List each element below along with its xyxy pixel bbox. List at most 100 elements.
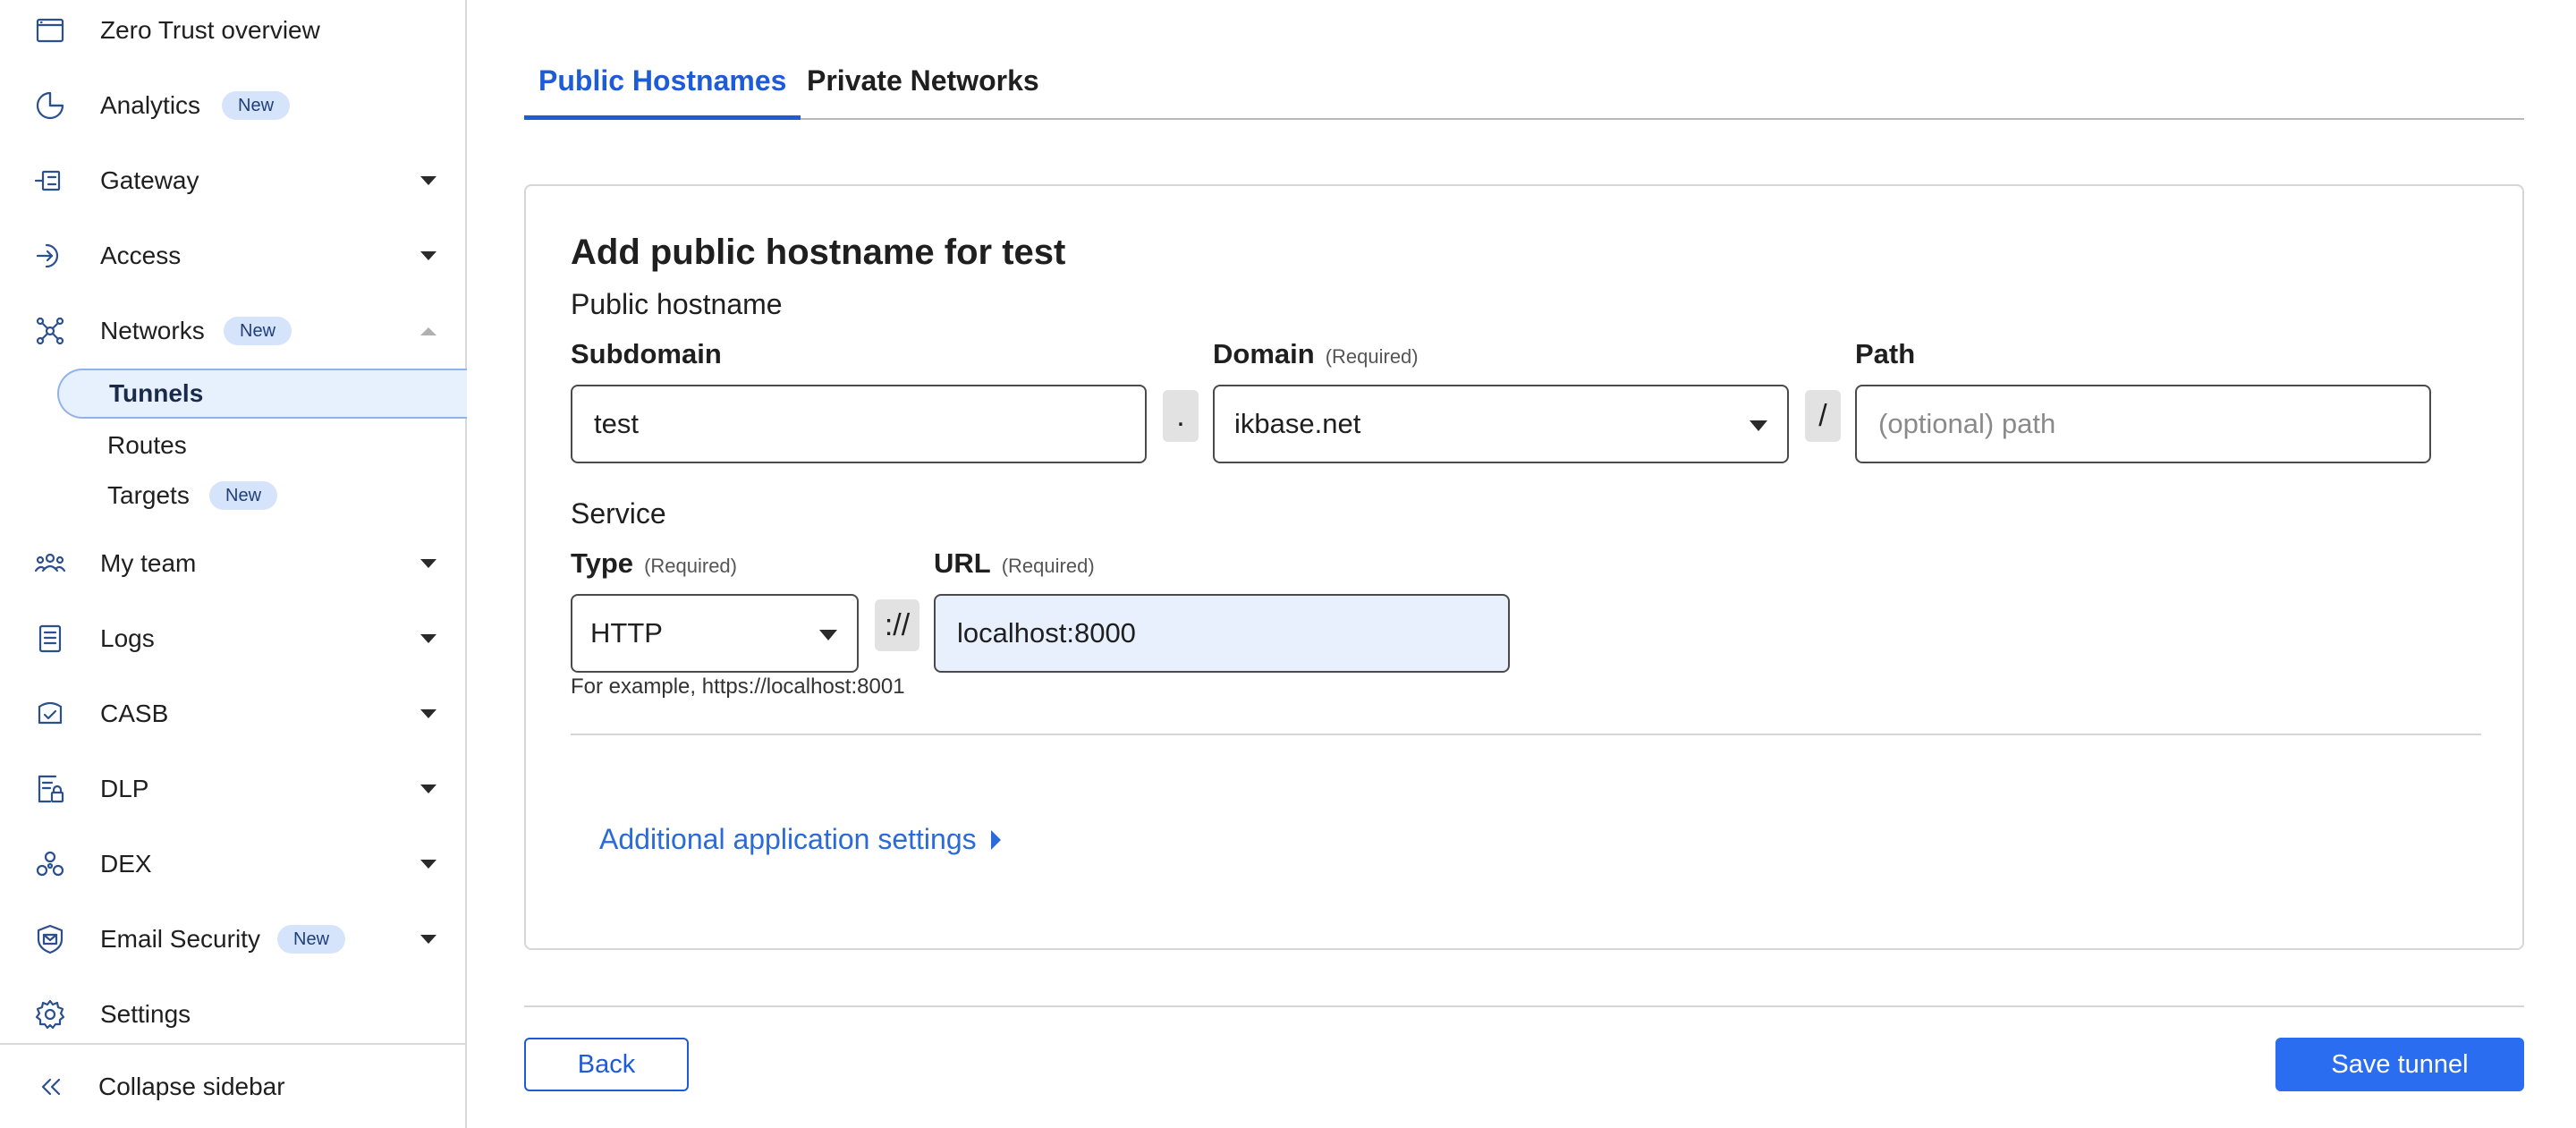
sidebar-item-networks[interactable]: Networks New xyxy=(0,304,465,358)
sidebar-item-my-team[interactable]: My team xyxy=(0,537,465,590)
sidebar-item-gateway[interactable]: Gateway xyxy=(0,154,465,208)
network-icon xyxy=(32,313,68,349)
sidebar-item-settings[interactable]: Settings xyxy=(0,988,465,1041)
domain-select-value: ikbase.net xyxy=(1234,408,1361,439)
path-label: Path xyxy=(1855,338,1915,370)
scheme-separator: :// xyxy=(875,599,919,651)
chevron-down-icon[interactable] xyxy=(420,634,436,643)
gateway-icon xyxy=(32,163,68,199)
sidebar-item-label: Analytics xyxy=(100,91,201,119)
shield-mail-icon xyxy=(32,921,68,957)
chevron-down-icon[interactable] xyxy=(420,559,436,568)
chevron-down-icon[interactable] xyxy=(420,785,436,793)
section-divider xyxy=(571,734,2481,735)
domain-select[interactable]: ikbase.net xyxy=(1213,385,1789,463)
sidebar-item-zero-trust-overview[interactable]: Zero Trust overview xyxy=(0,4,465,57)
new-badge: New xyxy=(224,317,292,345)
sidebar-item-dex[interactable]: DEX xyxy=(0,837,465,891)
collapse-sidebar-button[interactable]: Collapse sidebar xyxy=(0,1043,465,1128)
dot-separator: . xyxy=(1163,390,1199,442)
chevron-down-icon xyxy=(819,630,837,640)
collapse-sidebar-label: Collapse sidebar xyxy=(98,1072,285,1100)
sidebar-item-label: Access xyxy=(100,242,182,269)
card-title: Add public hostname for test xyxy=(571,233,1066,272)
sidebar-item-label: DLP xyxy=(100,775,149,802)
subdomain-label: Subdomain xyxy=(571,338,722,370)
sidebar-item-label: CASB xyxy=(100,700,169,727)
sidebar-item-casb[interactable]: CASB xyxy=(0,687,465,741)
url-input[interactable]: localhost:8000 xyxy=(934,594,1510,673)
chevron-down-icon[interactable] xyxy=(420,935,436,944)
type-label-text: Type xyxy=(571,547,634,579)
slash-separator: / xyxy=(1805,390,1841,442)
dex-icon xyxy=(32,846,68,882)
sidebar-item-dlp[interactable]: DLP xyxy=(0,762,465,816)
additional-settings-toggle[interactable]: Additional application settings xyxy=(599,823,1001,856)
url-example-hint: For example, https://localhost:8001 xyxy=(571,674,905,699)
sidebar-subitem-label: Routes xyxy=(107,431,187,459)
sidebar-item-label: My team xyxy=(100,549,197,577)
gear-icon xyxy=(32,997,68,1032)
logs-icon xyxy=(32,621,68,657)
sidebar-subitem-tunnels[interactable]: Tunnels xyxy=(57,369,467,419)
footer-divider xyxy=(524,1005,2524,1007)
sidebar-item-label: Logs xyxy=(100,624,155,652)
cloud-check-icon xyxy=(32,696,68,732)
add-hostname-card: Add public hostname for test Public host… xyxy=(524,184,2524,950)
sidebar-item-label: Settings xyxy=(100,1000,191,1028)
public-hostname-section-label: Public hostname xyxy=(571,288,783,320)
back-button[interactable]: Back xyxy=(524,1038,689,1091)
tab-public-hostnames[interactable]: Public Hostnames xyxy=(524,64,801,120)
url-label: URL (Required) xyxy=(934,547,1095,580)
subdomain-input[interactable]: test xyxy=(571,385,1147,463)
path-input[interactable]: (optional) path xyxy=(1855,385,2431,463)
tab-bar: Public Hostnames Private Networks xyxy=(524,54,2524,120)
new-badge: New xyxy=(209,481,278,510)
main-content: Public Hostnames Private Networks Add pu… xyxy=(469,0,2576,1128)
new-badge: New xyxy=(277,925,346,954)
domain-label-text: Domain xyxy=(1213,338,1315,369)
type-label: Type (Required) xyxy=(571,547,737,580)
additional-settings-label: Additional application settings xyxy=(599,823,977,855)
sidebar-item-email-security[interactable]: Email Security New xyxy=(0,912,465,966)
sidebar-item-label: DEX xyxy=(100,850,152,878)
path-label-text: Path xyxy=(1855,338,1916,369)
double-chevron-left-icon xyxy=(34,1069,70,1105)
service-section-label: Service xyxy=(571,497,666,530)
chevron-up-icon[interactable] xyxy=(420,327,436,335)
required-hint: (Required) xyxy=(1325,345,1419,368)
sidebar-item-label: Email Security xyxy=(100,925,260,953)
sidebar-item-access[interactable]: Access xyxy=(0,229,465,283)
sidebar-item-logs[interactable]: Logs xyxy=(0,612,465,666)
team-icon xyxy=(32,546,68,581)
subdomain-label-text: Subdomain xyxy=(571,338,722,369)
sidebar-item-label: Zero Trust overview xyxy=(100,16,320,44)
tab-private-networks[interactable]: Private Networks xyxy=(792,64,1054,118)
save-tunnel-button[interactable]: Save tunnel xyxy=(2275,1038,2524,1091)
chevron-down-icon xyxy=(1750,420,1767,431)
sidebar-item-analytics[interactable]: Analytics New xyxy=(0,79,465,132)
required-hint: (Required) xyxy=(644,555,737,577)
pie-chart-icon xyxy=(32,88,68,123)
sidebar-item-label: Gateway xyxy=(100,166,199,194)
sidebar-subitem-targets[interactable]: Targets New xyxy=(57,471,467,521)
sidebar-item-label: Networks xyxy=(100,317,205,344)
sidebar-subitem-label: Targets xyxy=(107,481,190,509)
access-icon xyxy=(32,238,68,274)
document-lock-icon xyxy=(32,771,68,807)
sidebar: Zero Trust overview Analytics New Gatewa… xyxy=(0,0,467,1128)
chevron-down-icon[interactable] xyxy=(420,709,436,718)
sidebar-subitem-routes[interactable]: Routes xyxy=(57,420,467,471)
service-type-value: HTTP xyxy=(590,617,663,649)
domain-label: Domain (Required) xyxy=(1213,338,1419,370)
browser-window-icon xyxy=(32,13,68,48)
new-badge: New xyxy=(222,91,291,120)
required-hint: (Required) xyxy=(1001,555,1095,577)
service-type-select[interactable]: HTTP xyxy=(571,594,859,673)
url-label-text: URL xyxy=(934,547,991,579)
chevron-down-icon[interactable] xyxy=(420,176,436,185)
chevron-down-icon[interactable] xyxy=(420,860,436,869)
caret-right-icon xyxy=(990,829,1001,850)
sidebar-subitem-label: Tunnels xyxy=(109,379,204,407)
chevron-down-icon[interactable] xyxy=(420,251,436,260)
